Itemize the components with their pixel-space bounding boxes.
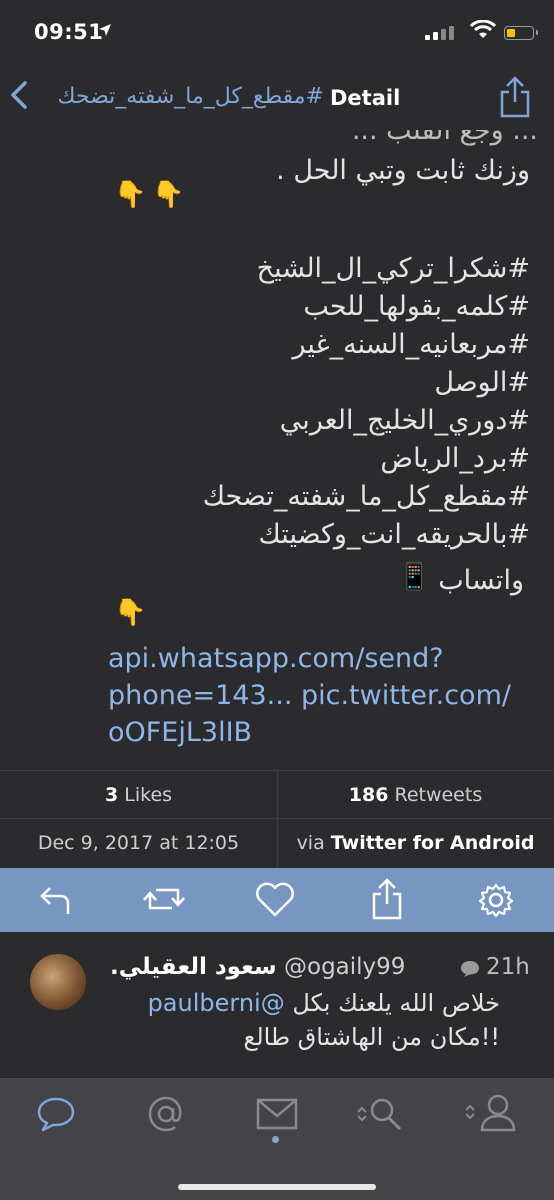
tweet-link[interactable]: oOFEjL3lIB [108,714,252,751]
via-label: via [296,832,325,854]
hashtag[interactable]: #مربعانيه_السنه_غير [30,326,531,364]
hashtag[interactable]: #الوصل [30,364,530,402]
reply-author-handle: @ogaily99 [284,954,406,980]
reply-text-line: خلاص الله يلعنك بكل [292,989,500,1017]
source-app: Twitter for Android [330,832,535,854]
page-title: Detail [330,86,401,110]
inbox-icon[interactable] [256,1098,298,1134]
hashtag[interactable]: #دوري_الخليج_العربي [30,402,530,440]
likes-stat[interactable]: 3 Likes [0,784,277,806]
tweet-text-line: وزنك ثابت وتبي الحل . [276,155,530,186]
mention-link[interactable]: @paulberni [148,989,285,1017]
tweet-date: Dec 9, 2017 at 12:05 [37,832,240,854]
tweet-body: ... وجع القلب ... وزنك ثابت وتبي الحل . … [0,130,554,770]
pointing-down-emoji: 👇 [152,180,185,210]
reply-time: 21h [486,954,530,980]
reply-tweet[interactable]: سعود العقيلي. @ogaily99 21h خلاص الله يل… [0,932,554,1078]
status-bar: 09:51 [0,0,554,64]
retweets-count: 186 [348,784,389,806]
reply-icon[interactable] [38,882,72,920]
tab-bar [0,1078,554,1200]
reply-text-line: !!مكان من الهاشتاق طالع [243,1023,500,1051]
hashtag[interactable]: #برد_الرياض [30,440,530,478]
share-icon[interactable] [370,876,404,924]
status-time: 09:51 [34,20,104,44]
share-icon[interactable] [498,74,532,122]
hashtag[interactable]: #كلمه_بقولها_للحب [30,288,530,326]
mentions-icon[interactable] [146,1094,186,1138]
likes-label: Likes [124,784,173,806]
location-arrow-icon [98,22,112,41]
hashtag[interactable]: #بالحريقه_انت_وكضيتك [30,516,530,554]
back-button-title[interactable]: #مقطع_كل_ما_شفته_تضحك [38,84,324,109]
battery-icon [504,26,538,40]
phone-emoji: 📱 [398,562,431,592]
home-indicator[interactable] [178,1184,376,1190]
messages-icon[interactable] [36,1096,76,1136]
tweet-text-partial: ... وجع القلب ... [351,130,538,146]
reply-author-name: سعود العقيلي. [110,954,277,980]
wifi-icon [469,19,497,44]
retweet-icon[interactable] [142,882,186,920]
navigation-bar: #مقطع_كل_ما_شفته_تضحك Detail [0,64,554,130]
hashtag[interactable]: #مقطع_كل_ما_شفته_تضحك [30,478,530,516]
pointing-down-emoji: 👇 [114,180,147,210]
likes-count: 3 [104,784,119,806]
search-icon[interactable] [354,1094,408,1138]
chat-bubble-icon [460,960,480,982]
avatar[interactable] [30,954,86,1010]
retweets-label: Retweets [394,784,483,806]
tweet-link[interactable]: api.whatsapp.com/send? [108,640,444,677]
tweet-source[interactable]: via Twitter for Android [277,832,554,854]
like-icon[interactable] [254,882,296,922]
tweet-text-line: واتساب [438,565,524,596]
profile-icon[interactable] [462,1092,520,1138]
settings-icon[interactable] [478,882,514,922]
tweet-link[interactable]: phone=143... pic.twitter.com/ [108,677,511,714]
reply-text: خلاص الله يلعنك بكل @paulberni !!مكان من… [100,986,500,1054]
retweets-stat[interactable]: 186 Retweets [277,784,554,806]
pointing-down-emoji: 👇 [114,598,147,628]
hashtag[interactable]: #شكرا_تركي_ال_الشيخ [30,250,530,288]
tweet-action-bar [0,868,554,932]
signal-icon [425,26,454,40]
back-chevron-icon[interactable] [10,80,28,118]
unread-dot [272,1136,279,1143]
